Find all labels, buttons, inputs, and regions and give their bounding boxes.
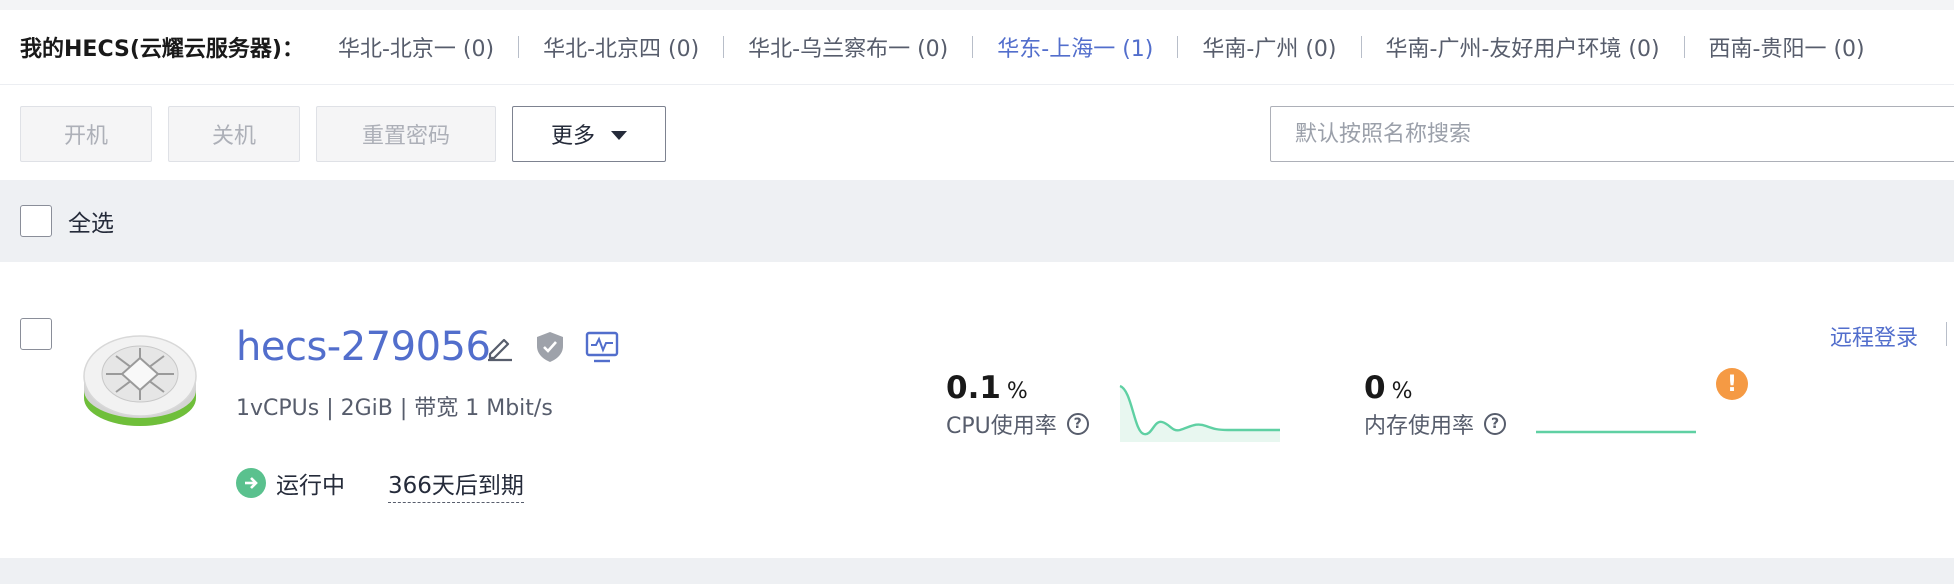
server-card: hecs-279056 1vCPUs | 2GiB | 带宽 1 Mbit/s … bbox=[0, 262, 1954, 558]
action-separator bbox=[1946, 322, 1947, 346]
region-separator bbox=[723, 36, 725, 58]
region-separator bbox=[1177, 36, 1179, 58]
memory-usage-value: 0% bbox=[1364, 370, 1412, 406]
select-all-label: 全选 bbox=[68, 211, 114, 237]
server-specs: 1vCPUs | 2GiB | 带宽 1 Mbit/s bbox=[236, 396, 553, 421]
help-icon[interactable]: ? bbox=[1484, 413, 1507, 435]
cpu-sparkline bbox=[1119, 384, 1280, 442]
region-separator bbox=[1360, 36, 1362, 58]
region-tab-guangzhou[interactable]: 华南-广州 (0) bbox=[1202, 31, 1336, 63]
more-dropdown-button[interactable]: 更多 bbox=[512, 106, 666, 162]
cpu-unit: % bbox=[1006, 379, 1028, 404]
remote-login-link[interactable]: 远程登录 bbox=[1830, 320, 1918, 352]
help-icon[interactable]: ? bbox=[1066, 413, 1089, 435]
server-icon bbox=[83, 335, 197, 426]
running-status-icon bbox=[236, 468, 266, 498]
toolbar: 开机 关机 重置密码 更多 bbox=[0, 84, 1954, 180]
server-name-link[interactable]: hecs-279056 bbox=[236, 324, 491, 370]
cpu-usage-label: CPU使用率 ? bbox=[946, 408, 1089, 440]
shield-icon[interactable] bbox=[534, 330, 566, 364]
caret-down-icon bbox=[611, 131, 627, 140]
start-button[interactable]: 开机 bbox=[20, 106, 152, 162]
select-all-bar: 全选 bbox=[0, 180, 1954, 262]
region-bar: 我的HECS(云耀云服务器)： 华北-北京一 (0) 华北-北京四 (0) 华北… bbox=[0, 10, 1954, 84]
select-all-checkbox[interactable] bbox=[20, 205, 52, 237]
status-text: 运行中 bbox=[276, 473, 345, 499]
region-tab-guiyang1[interactable]: 西南-贵阳一 (0) bbox=[1709, 31, 1865, 63]
region-tab-shanghai1[interactable]: 华东-上海一 (1) bbox=[997, 31, 1153, 63]
region-bar-title: 我的HECS(云耀云服务器)： bbox=[20, 37, 304, 62]
more-label: 更多 bbox=[550, 124, 595, 149]
region-tab-ulanqab1[interactable]: 华北-乌兰察布一 (0) bbox=[748, 31, 948, 63]
warning-icon[interactable]: ! bbox=[1716, 368, 1748, 400]
region-separator bbox=[518, 36, 520, 58]
memory-sparkline bbox=[1536, 430, 1696, 434]
memory-label-text: 内存使用率 bbox=[1364, 414, 1475, 439]
memory-value: 0 bbox=[1364, 370, 1386, 406]
region-tab-beijing4[interactable]: 华北-北京四 (0) bbox=[543, 31, 699, 63]
hecs-console-page: 我的HECS(云耀云服务器)： 华北-北京一 (0) 华北-北京四 (0) 华北… bbox=[0, 0, 1954, 584]
monitor-icon[interactable] bbox=[584, 330, 620, 364]
stop-button[interactable]: 关机 bbox=[168, 106, 300, 162]
list-bottom-spacer bbox=[0, 558, 1954, 584]
region-separator bbox=[972, 36, 974, 58]
region-tab-beijing1[interactable]: 华北-北京一 (0) bbox=[338, 31, 494, 63]
search-input[interactable] bbox=[1270, 106, 1954, 162]
cpu-label-text: CPU使用率 bbox=[946, 414, 1057, 439]
memory-unit: % bbox=[1391, 379, 1413, 404]
memory-usage-label: 内存使用率 ? bbox=[1364, 408, 1507, 440]
reset-password-button[interactable]: 重置密码 bbox=[316, 106, 496, 162]
server-select-checkbox[interactable] bbox=[20, 318, 52, 350]
edit-icon[interactable] bbox=[484, 332, 514, 362]
region-tab-guangzhou-friendly[interactable]: 华南-广州-友好用户环境 (0) bbox=[1386, 31, 1660, 63]
cpu-value: 0.1 bbox=[946, 370, 1001, 406]
expiry-text[interactable]: 366天后到期 bbox=[388, 466, 524, 503]
cpu-usage-value: 0.1% bbox=[946, 370, 1028, 406]
region-separator bbox=[1683, 36, 1685, 58]
